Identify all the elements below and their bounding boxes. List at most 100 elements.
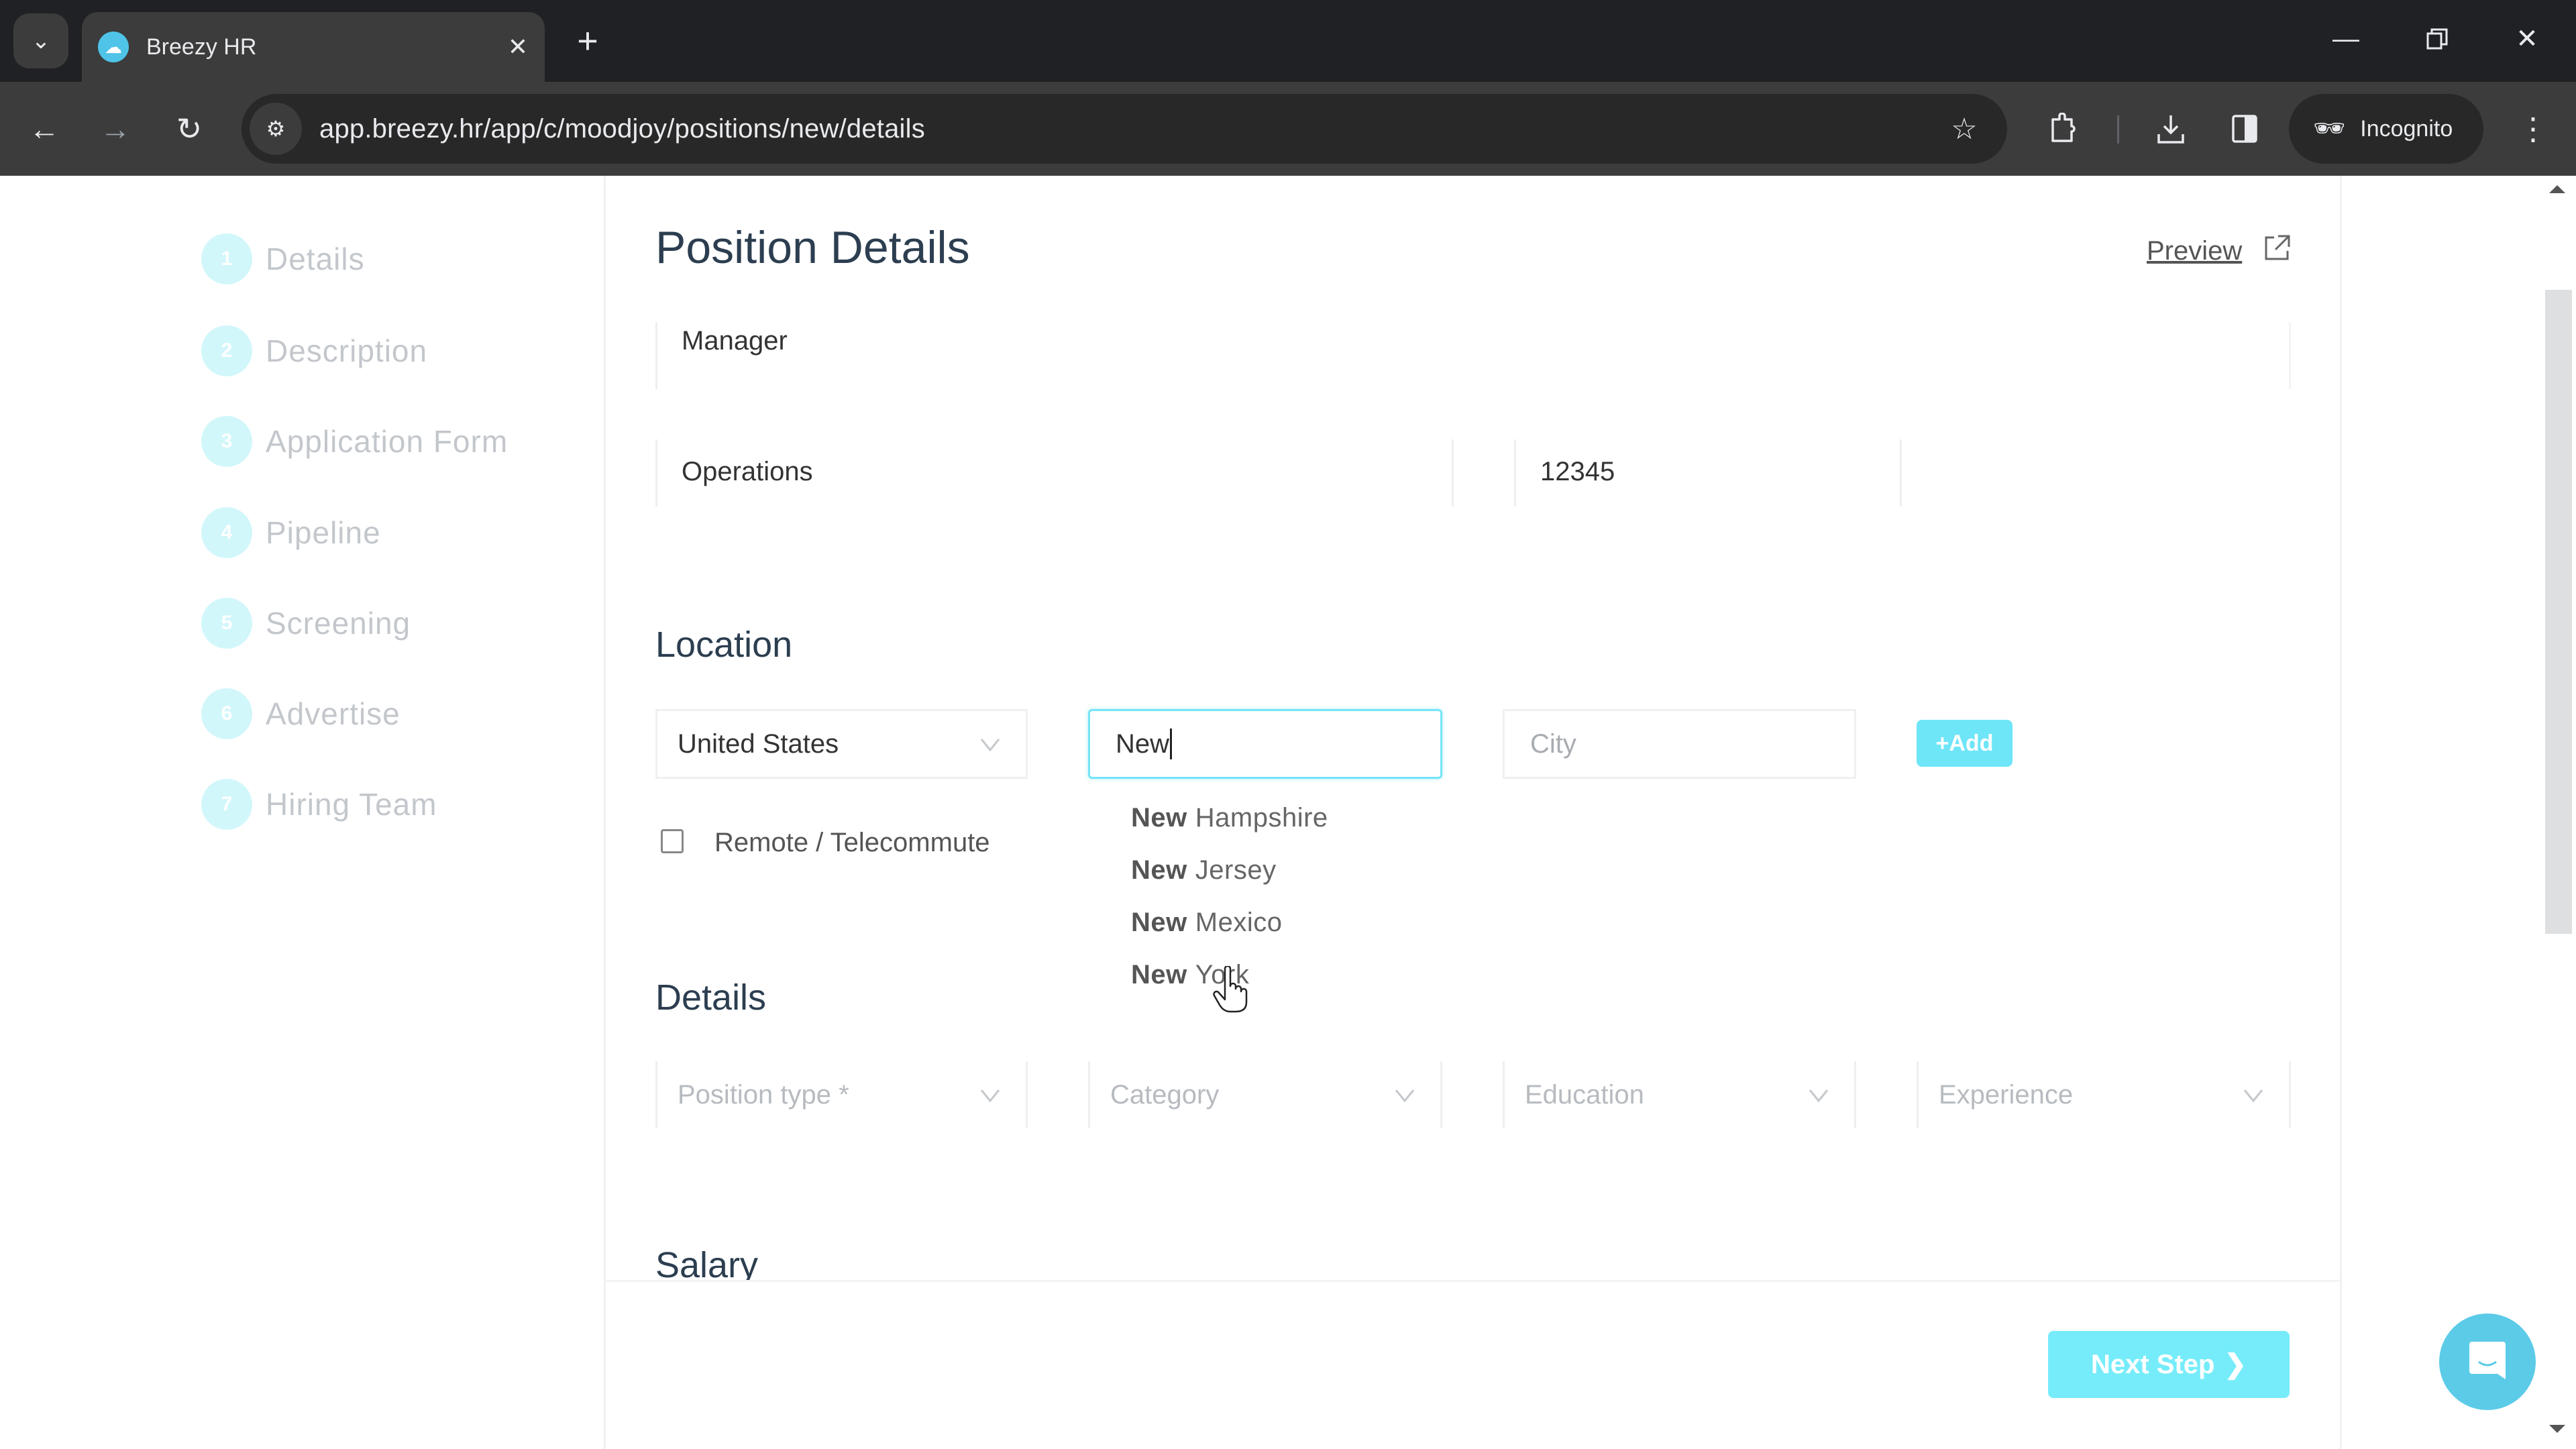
chevron-down-icon: ⌄	[31, 28, 51, 54]
add-location-button[interactable]: +Add	[1917, 720, 2012, 767]
tab-search-button[interactable]: ⌄	[13, 13, 68, 68]
sidebar-step-details[interactable]: 1 Details	[201, 232, 365, 286]
experience-select[interactable]: Experience	[1917, 1061, 2291, 1128]
close-icon: ✕	[2516, 24, 2538, 54]
requisition-code-value: 12345	[1540, 457, 1615, 486]
address-bar[interactable]: ⚙ app.breezy.hr/app/c/moodjoy/positions/…	[241, 94, 2007, 164]
puzzle-icon	[2051, 113, 2076, 142]
incognito-indicator[interactable]: 🕶 Incognito	[2289, 94, 2483, 164]
state-input-value: New	[1116, 729, 1170, 759]
minimize-icon: —	[2332, 23, 2359, 54]
position-type-placeholder: Position type *	[678, 1079, 849, 1110]
browser-toolbar: ← → ↻ ⚙ app.breezy.hr/app/c/moodjoy/posi…	[0, 82, 2576, 176]
site-info-icon[interactable]: ⚙	[250, 103, 302, 155]
remote-label[interactable]: Remote / Telecommute	[714, 828, 990, 858]
chat-widget-button[interactable]	[2439, 1313, 2536, 1410]
back-button[interactable]: ←	[17, 102, 71, 156]
step-number-badge: 1	[201, 233, 252, 284]
close-window-button[interactable]: ✕	[2483, 12, 2571, 66]
minimize-button[interactable]: —	[2302, 12, 2390, 66]
restore-button[interactable]	[2394, 12, 2481, 66]
sidebar-step-hiring-team[interactable]: 7 Hiring Team	[201, 777, 437, 831]
arrow-right-icon: →	[100, 111, 131, 146]
country-select[interactable]: United States	[655, 709, 1028, 779]
step-number-badge: 6	[201, 688, 252, 739]
education-select[interactable]: Education	[1503, 1061, 1856, 1128]
new-tab-button[interactable]: +	[568, 16, 608, 66]
suggestion-match: New	[1131, 855, 1187, 885]
salary-heading-clip: Salary	[655, 1244, 1058, 1280]
state-input[interactable]: New	[1088, 709, 1442, 779]
preview-link[interactable]: Preview	[2147, 236, 2242, 266]
position-title-field[interactable]: Manager	[655, 322, 2291, 389]
browser-tab[interactable]: ☁ Breezy HR ✕	[82, 12, 545, 82]
step-label: Description	[266, 333, 428, 368]
city-placeholder: City	[1530, 729, 1576, 759]
position-title-value: Manager	[682, 326, 788, 356]
remote-checkbox[interactable]	[661, 829, 684, 853]
browser-menu-button[interactable]: ⋮	[2506, 102, 2560, 156]
sidebar-step-application-form[interactable]: 3 Application Form	[201, 415, 508, 468]
plus-icon: +	[577, 21, 598, 61]
reload-icon: ↻	[176, 111, 203, 146]
city-input[interactable]: City	[1503, 709, 1856, 779]
external-link-icon[interactable]	[2262, 233, 2292, 263]
position-type-select[interactable]: Position type *	[655, 1061, 1028, 1128]
suggestion-rest: Hampshire	[1195, 802, 1328, 833]
step-label: Pipeline	[266, 515, 381, 550]
page-title: Position Details	[655, 222, 970, 273]
next-step-label: Next Step	[2090, 1349, 2215, 1379]
department-value: Operations	[682, 457, 813, 486]
footer-divider	[606, 1280, 2340, 1282]
suggestion-match: New	[1131, 959, 1187, 989]
step-label: Hiring Team	[266, 787, 437, 822]
category-placeholder: Category	[1110, 1079, 1220, 1110]
requisition-code-field[interactable]: 12345	[1514, 439, 1902, 506]
hand-pointer-cursor-icon	[1213, 966, 1248, 1013]
sidebar-step-pipeline[interactable]: 4 Pipeline	[201, 506, 381, 559]
chevron-right-icon: ❯	[2224, 1350, 2247, 1379]
download-icon	[2157, 115, 2184, 144]
suggestion-new-jersey[interactable]: New Jersey	[1088, 844, 1464, 896]
sidebar-step-advertise[interactable]: 6 Advertise	[201, 687, 400, 741]
side-panel-button[interactable]	[2218, 102, 2271, 156]
location-heading: Location	[655, 625, 793, 665]
extensions-button[interactable]	[2037, 102, 2090, 156]
suggestion-new-york[interactable]: New York	[1088, 949, 1464, 1001]
url-text[interactable]: app.breezy.hr/app/c/moodjoy/positions/ne…	[319, 114, 1937, 144]
tab-title: Breezy HR	[146, 34, 257, 60]
step-number-badge: 4	[201, 507, 252, 558]
step-number-badge: 7	[201, 779, 252, 830]
department-field[interactable]: Operations	[655, 439, 1454, 506]
breezy-cloud-icon: ☁	[98, 32, 129, 62]
scroll-down-arrow[interactable]	[2549, 1425, 2565, 1433]
downloads-button[interactable]	[2144, 102, 2198, 156]
suggestion-match: New	[1131, 907, 1187, 937]
suggestion-new-hampshire[interactable]: New Hampshire	[1088, 792, 1464, 844]
close-tab-icon[interactable]: ✕	[498, 33, 538, 61]
suggestion-rest: Mexico	[1195, 907, 1283, 937]
details-heading: Details	[655, 977, 767, 1018]
step-number-badge: 3	[201, 416, 252, 467]
toolbar-separator	[2117, 115, 2119, 144]
step-label: Advertise	[266, 696, 400, 731]
suggestion-match: New	[1131, 802, 1187, 833]
step-label: Details	[266, 241, 365, 276]
scroll-up-arrow[interactable]	[2549, 185, 2565, 193]
country-value: United States	[678, 729, 839, 759]
suggestion-new-mexico[interactable]: New Mexico	[1088, 896, 1464, 949]
forward-button[interactable]: →	[89, 102, 142, 156]
reload-button[interactable]: ↻	[162, 102, 216, 156]
bookmark-star-icon[interactable]: ☆	[1937, 112, 1991, 146]
step-number-badge: 2	[201, 325, 252, 376]
scrollbar-thumb[interactable]	[2545, 290, 2572, 934]
incognito-label: Incognito	[2360, 115, 2453, 142]
sidebar-step-description[interactable]: 2 Description	[201, 324, 427, 378]
step-number-badge: 5	[201, 598, 252, 649]
sidebar-step-screening[interactable]: 5 Screening	[201, 596, 411, 650]
arrow-left-icon: ←	[29, 111, 60, 146]
suggestion-rest: Jersey	[1195, 855, 1277, 885]
chevron-down-icon	[1809, 1089, 1829, 1103]
next-step-button[interactable]: Next Step ❯	[2048, 1331, 2290, 1398]
category-select[interactable]: Category	[1088, 1061, 1442, 1128]
